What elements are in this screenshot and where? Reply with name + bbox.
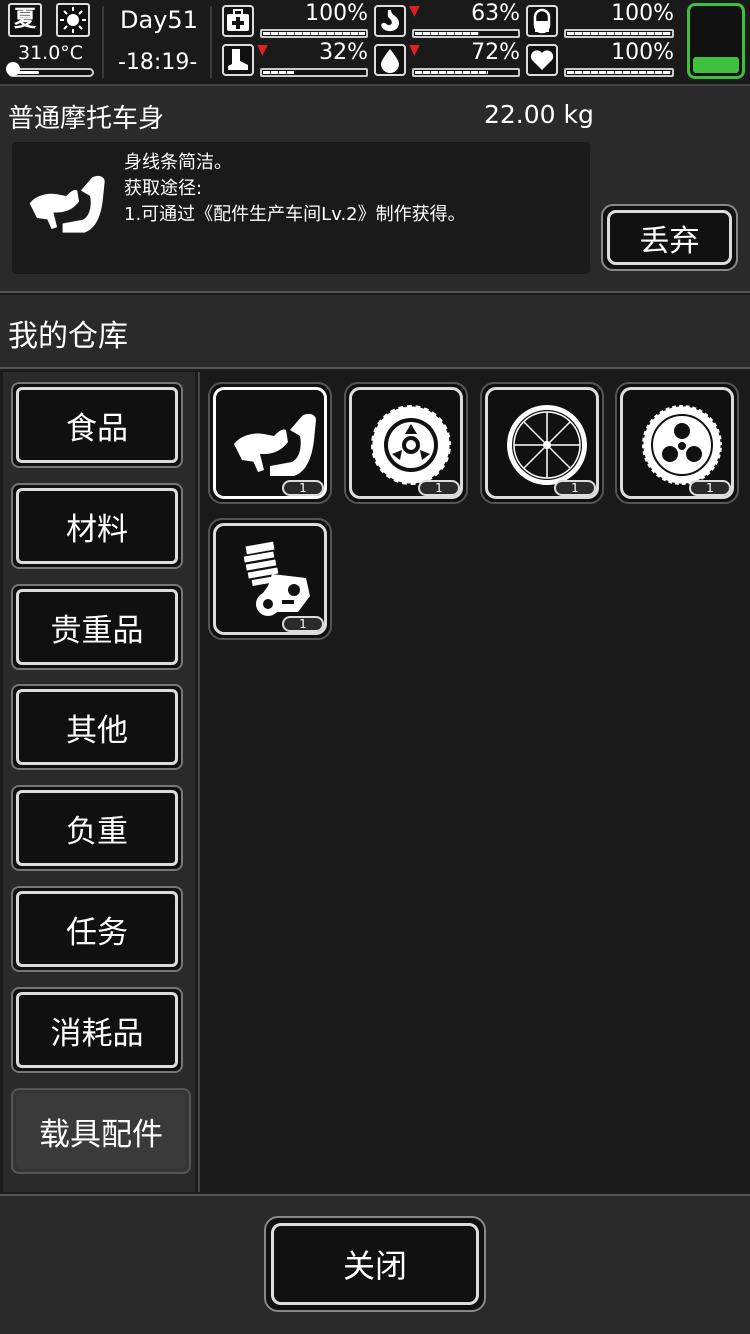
boot-icon <box>222 44 254 76</box>
item-count: 1 <box>554 480 596 496</box>
day-counter: Day51 <box>120 6 198 34</box>
stat-value: 72% <box>471 40 520 65</box>
item-count: 1 <box>689 480 731 496</box>
thermometer-icon <box>6 62 20 76</box>
category-tab-load[interactable]: 负重 <box>11 785 183 871</box>
item-description-box: 身线条简洁。 获取途径: 1.可通过《配件生产车间Lv.2》制作获得。 <box>12 142 590 274</box>
category-label: 贵重品 <box>16 589 178 665</box>
stat-value: 100% <box>305 1 368 26</box>
item-grid: 1 1 1 1 1 <box>198 372 748 1192</box>
engine-icon <box>243 541 310 616</box>
item-count: 1 <box>282 480 324 496</box>
stat-value: 63% <box>471 1 520 26</box>
discard-button-label: 丢弃 <box>607 210 732 265</box>
category-label: 食品 <box>16 387 178 463</box>
stat-thirst: ▼ 72% <box>374 40 520 80</box>
stat-medicine: 100% <box>526 1 674 41</box>
stat-bar <box>260 68 368 77</box>
stat-bar <box>564 68 674 77</box>
season-label: 夏 <box>13 7 36 32</box>
stat-value: 100% <box>611 1 674 26</box>
inventory-slot[interactable]: 1 <box>615 382 739 504</box>
item-description: 身线条简洁。 获取途径: 1.可通过《配件生产车间Lv.2》制作获得。 <box>124 152 466 225</box>
stat-hunger: ▼ 63% <box>374 1 520 41</box>
stat-bar-fill <box>415 71 488 74</box>
category-label: 载具配件 <box>16 1093 186 1169</box>
stat-value: 100% <box>611 40 674 65</box>
heart-icon <box>526 44 558 76</box>
inventory-slot[interactable]: 1 <box>480 382 604 504</box>
battery-fill <box>693 57 739 73</box>
temperature-bar <box>8 68 94 77</box>
decline-arrow-icon: ▼ <box>409 42 420 58</box>
stat-bar-fill <box>263 71 295 74</box>
category-label: 负重 <box>16 790 178 866</box>
spoked-wheel-icon <box>507 405 587 485</box>
inventory-slot[interactable]: 1 <box>208 518 332 640</box>
item-count: 1 <box>418 480 460 496</box>
category-tab-tasks[interactable]: 任务 <box>11 886 183 972</box>
inventory-slot[interactable]: 1 <box>344 382 468 504</box>
close-button-label: 关闭 <box>271 1223 479 1305</box>
stat-bar <box>564 29 674 38</box>
category-label: 消耗品 <box>16 992 178 1068</box>
category-tab-other[interactable]: 其他 <box>11 684 183 770</box>
stat-bar <box>412 29 520 38</box>
stat-mood: 100% <box>526 40 674 80</box>
clock-time: -18:19- <box>118 50 198 75</box>
stat-value: 32% <box>319 40 368 65</box>
warehouse-header: 我的仓库 <box>0 295 750 369</box>
tire-icon <box>369 403 453 487</box>
battery-indicator <box>687 3 745 79</box>
stat-bar <box>412 68 520 77</box>
category-label: 其他 <box>16 689 178 765</box>
water-drop-icon <box>374 44 406 76</box>
medkit-icon <box>222 5 254 37</box>
category-label: 材料 <box>16 488 178 564</box>
category-tab-consumables[interactable]: 消耗品 <box>11 987 183 1073</box>
discard-button[interactable]: 丢弃 <box>601 204 738 271</box>
stat-bar-fill <box>415 32 479 35</box>
category-tab-food[interactable]: 食品 <box>11 382 183 468</box>
footer-bar: 关闭 <box>0 1194 750 1334</box>
divider <box>102 6 104 78</box>
season-badge: 夏 <box>8 3 42 37</box>
decline-arrow-icon: ▼ <box>257 42 268 58</box>
stat-bar <box>260 29 368 38</box>
category-sidebar[interactable]: 食品 材料 贵重品 其他 负重 任务 消耗品 载具配件 <box>3 372 195 1192</box>
item-count: 1 <box>282 616 324 632</box>
motorcycle-body-icon <box>29 175 105 233</box>
category-tab-vehicle-parts[interactable]: 载具配件 <box>11 1088 191 1174</box>
sun-icon <box>56 3 90 37</box>
stomach-icon <box>374 5 406 37</box>
inventory-slot[interactable]: 1 <box>208 382 332 504</box>
item-weight: 22.00 kg <box>484 100 594 129</box>
item-name: 普通摩托车身 <box>8 104 165 134</box>
stat-bar-fill <box>263 32 365 35</box>
wheel-hub-icon <box>640 403 724 487</box>
category-tab-materials[interactable]: 材料 <box>11 483 183 569</box>
stat-health: 100% <box>222 1 368 41</box>
item-detail-panel: 普通摩托车身 22.00 kg 身线条简洁。 获取途径: 1.可通过《配件生产车… <box>0 84 750 293</box>
stat-bar-fill <box>567 32 671 35</box>
motorcycle-body-icon <box>234 413 316 476</box>
warehouse-title: 我的仓库 <box>8 319 128 354</box>
pill-icon <box>526 5 558 37</box>
decline-arrow-icon: ▼ <box>409 3 420 19</box>
stat-bar-fill <box>567 71 671 74</box>
close-button[interactable]: 关闭 <box>264 1216 486 1312</box>
category-label: 任务 <box>16 891 178 967</box>
divider <box>210 6 212 78</box>
stat-stamina: ▼ 32% <box>222 40 368 80</box>
temperature-readout: 31.0°C <box>18 42 84 64</box>
category-tab-valuables[interactable]: 贵重品 <box>11 584 183 670</box>
status-bar: 夏 31.0°C Day51 -18:19- 100% ▼ 63% 100% ▼… <box>0 0 750 84</box>
